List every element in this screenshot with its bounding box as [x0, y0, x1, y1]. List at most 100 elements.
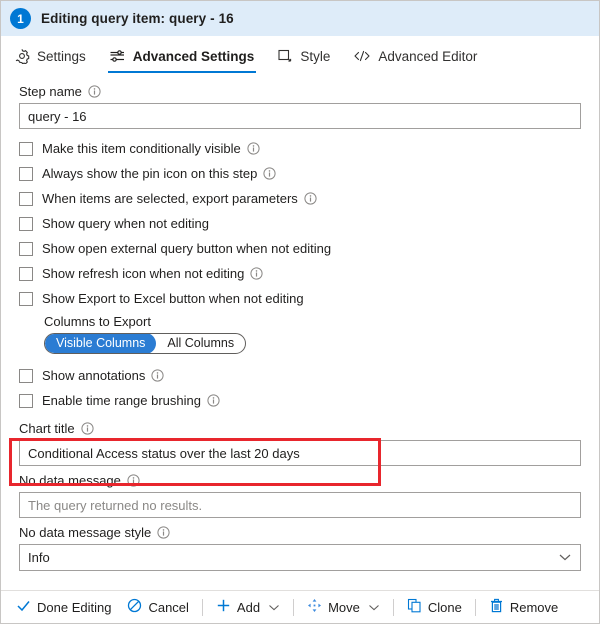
- pill-option-all-columns[interactable]: All Columns: [156, 334, 245, 353]
- move-button[interactable]: Move: [299, 593, 388, 621]
- tab-style-label: Style: [300, 48, 331, 64]
- checkbox-label-text: Always show the pin icon on this step: [42, 166, 258, 181]
- step-name-input[interactable]: query - 16: [19, 103, 581, 129]
- chart-title-label-row: Chart title: [19, 421, 581, 436]
- checkbox-row-show-annotations[interactable]: Show annotations: [19, 363, 581, 388]
- checkbox-row-export-parameters[interactable]: When items are selected, export paramete…: [19, 186, 581, 211]
- command-separator: [293, 598, 295, 616]
- cancel-button[interactable]: Cancel: [119, 593, 196, 621]
- chart-title-label: Chart title: [19, 421, 75, 436]
- checkmark-icon: [16, 598, 31, 616]
- info-icon[interactable]: [250, 267, 263, 280]
- sliders-icon: [109, 48, 126, 64]
- command-separator: [392, 598, 394, 616]
- tab-settings-label: Settings: [37, 48, 86, 64]
- no-data-message-style-select[interactable]: Info: [19, 544, 581, 571]
- chevron-down-icon[interactable]: [368, 600, 380, 615]
- tab-style[interactable]: Style: [274, 38, 341, 74]
- checkbox-show-annotations[interactable]: [19, 368, 33, 383]
- checkbox-label: Make this item conditionally visible: [42, 141, 260, 156]
- checkbox-row-show-refresh-icon[interactable]: Show refresh icon when not editing: [19, 261, 581, 286]
- checkbox-list-secondary: Show annotations Enable time range brush…: [1, 363, 599, 413]
- checkbox-label: When items are selected, export paramete…: [42, 191, 317, 206]
- tab-settings[interactable]: Settings: [11, 38, 97, 74]
- checkbox-label: Enable time range brushing: [42, 393, 220, 408]
- checkbox-conditionally-visible[interactable]: [19, 141, 33, 156]
- checkbox-enable-time-range-brushing[interactable]: [19, 393, 33, 408]
- trash-icon: [489, 598, 504, 616]
- checkbox-show-query[interactable]: [19, 216, 33, 231]
- tab-advanced-editor-label: Advanced Editor: [378, 48, 478, 64]
- no-data-message-group: No data message The query returned no re…: [1, 473, 599, 518]
- step-name-field-group: Step name query - 16: [1, 84, 599, 129]
- checkbox-label: Show Export to Excel button when not edi…: [42, 291, 304, 306]
- advanced-settings-form: Step name query - 16 Make this item cond…: [1, 74, 599, 571]
- tab-advanced-editor[interactable]: Advanced Editor: [350, 38, 488, 74]
- chevron-down-icon: [558, 550, 572, 565]
- checkbox-row-show-query[interactable]: Show query when not editing: [19, 211, 581, 236]
- panel-header: 1 Editing query item: query - 16: [1, 1, 599, 36]
- no-data-message-style-label-row: No data message style: [19, 525, 581, 540]
- no-data-message-label-row: No data message: [19, 473, 581, 488]
- info-icon[interactable]: [127, 474, 140, 487]
- info-icon[interactable]: [157, 526, 170, 539]
- command-separator: [474, 598, 476, 616]
- move-label: Move: [328, 599, 360, 615]
- step-number-badge: 1: [10, 8, 31, 29]
- checkbox-label-text: Show refresh icon when not editing: [42, 266, 245, 281]
- no-data-message-input[interactable]: The query returned no results.: [19, 492, 581, 518]
- checkbox-label-text: Show query when not editing: [42, 216, 209, 231]
- checkbox-label-text: Make this item conditionally visible: [42, 141, 241, 156]
- checkbox-row-show-open-external-query[interactable]: Show open external query button when not…: [19, 236, 581, 261]
- checkbox-row-conditionally-visible[interactable]: Make this item conditionally visible: [19, 136, 581, 161]
- chevron-down-icon[interactable]: [268, 600, 280, 615]
- checkbox-label-text: Show Export to Excel button when not edi…: [42, 291, 304, 306]
- done-editing-label: Done Editing: [37, 599, 112, 615]
- checkbox-show-open-external-query[interactable]: [19, 241, 33, 256]
- checkbox-label: Show annotations: [42, 368, 164, 383]
- page-title: Editing query item: query - 16: [41, 11, 234, 26]
- tab-advanced-settings-label: Advanced Settings: [132, 48, 255, 64]
- move-arrows-icon: [307, 598, 322, 616]
- remove-label: Remove: [509, 599, 559, 615]
- copy-icon: [407, 598, 422, 616]
- checkbox-row-enable-time-range-brushing[interactable]: Enable time range brushing: [19, 388, 581, 413]
- checkbox-show-refresh-icon[interactable]: [19, 266, 33, 281]
- command-bar: Done Editing Cancel Add Move Clone Remov…: [1, 590, 599, 623]
- tab-bar: Settings Advanced Settings Style Advance…: [1, 38, 599, 74]
- checkbox-always-show-pin[interactable]: [19, 166, 33, 181]
- info-icon[interactable]: [151, 369, 164, 382]
- gear-icon: [14, 48, 30, 64]
- tab-advanced-settings[interactable]: Advanced Settings: [106, 38, 266, 74]
- remove-button[interactable]: Remove: [481, 593, 566, 621]
- info-icon[interactable]: [304, 192, 317, 205]
- cancel-label: Cancel: [148, 599, 189, 615]
- pill-option-visible-columns[interactable]: Visible Columns: [45, 334, 157, 353]
- checkbox-show-export-to-excel[interactable]: [19, 291, 33, 306]
- checkbox-row-always-show-pin[interactable]: Always show the pin icon on this step: [19, 161, 581, 186]
- checkbox-row-show-export-to-excel[interactable]: Show Export to Excel button when not edi…: [19, 286, 581, 311]
- info-icon[interactable]: [263, 167, 276, 180]
- checkbox-label-text: Enable time range brushing: [42, 393, 201, 408]
- no-data-message-style-value: Info: [28, 550, 50, 565]
- chart-title-input[interactable]: Conditional Access status over the last …: [19, 440, 581, 466]
- info-icon[interactable]: [81, 422, 94, 435]
- columns-to-export-toggle[interactable]: Visible Columns All Columns: [44, 333, 247, 354]
- done-editing-button[interactable]: Done Editing: [8, 593, 119, 621]
- columns-to-export-block: Columns to Export Visible Columns All Co…: [19, 314, 581, 354]
- info-icon[interactable]: [88, 85, 101, 98]
- checkbox-label: Show refresh icon when not editing: [42, 266, 263, 281]
- columns-to-export-label: Columns to Export: [44, 314, 151, 329]
- no-data-message-style-label: No data message style: [19, 525, 152, 540]
- edit-query-item-panel: 1 Editing query item: query - 16 Setting…: [0, 0, 600, 624]
- add-label: Add: [236, 599, 261, 615]
- step-name-value: query - 16: [28, 108, 87, 124]
- checkbox-export-parameters[interactable]: [19, 191, 33, 206]
- clone-button[interactable]: Clone: [399, 593, 470, 621]
- add-button[interactable]: Add: [208, 593, 288, 621]
- checkbox-label: Always show the pin icon on this step: [42, 166, 276, 181]
- info-icon[interactable]: [247, 142, 260, 155]
- chart-title-value: Conditional Access status over the last …: [28, 445, 300, 461]
- plus-icon: [216, 598, 231, 616]
- info-icon[interactable]: [207, 394, 220, 407]
